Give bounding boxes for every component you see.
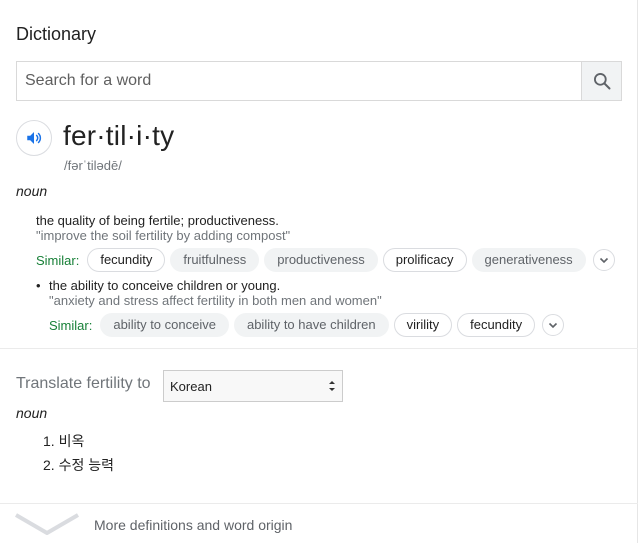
translate-label: Translate fertility to xyxy=(16,375,151,392)
panel-title: Dictionary xyxy=(16,24,97,44)
search-input[interactable] xyxy=(17,62,581,100)
translation-part-of-speech: noun xyxy=(16,405,48,421)
synonym-chip[interactable]: generativeness xyxy=(471,248,586,272)
search-icon xyxy=(593,73,610,90)
select-arrows-icon xyxy=(329,381,335,391)
example-2: "anxiety and stress affect fertility in … xyxy=(49,293,382,308)
headword: fer·til·i·ty xyxy=(63,120,175,151)
search-button[interactable] xyxy=(581,62,621,100)
expand-synonyms-button[interactable] xyxy=(592,249,615,271)
dictionary-card: Dictionary fer·til·i·ty /fərˈtilədē/ nou… xyxy=(0,0,638,543)
bullet-marker: • xyxy=(36,278,41,293)
synonym-chip[interactable]: ability to conceive xyxy=(100,313,229,337)
expand-synonyms-button[interactable] xyxy=(542,314,565,336)
similar-label: Similar: xyxy=(49,317,93,333)
translation-item: 1. 비옥 xyxy=(43,433,85,449)
speaker-icon xyxy=(27,132,42,144)
chevron-down-icon xyxy=(14,513,80,535)
language-select[interactable]: Korean xyxy=(163,370,343,402)
more-definitions-button[interactable]: More definitions and word origin xyxy=(0,503,638,543)
synonym-chip[interactable]: fecundity xyxy=(87,248,166,272)
language-select-value: Korean xyxy=(170,378,212,394)
part-of-speech: noun xyxy=(16,183,48,199)
more-definitions-label: More definitions and word origin xyxy=(94,517,293,533)
synonym-chip[interactable]: virility xyxy=(393,313,453,337)
similar-row-2: Similar: ability to conceive ability to … xyxy=(49,313,565,337)
chevron-down-icon xyxy=(599,257,608,264)
synonym-chip[interactable]: prolificacy xyxy=(382,248,467,272)
section-divider xyxy=(0,348,638,349)
phonetic-spelling: /fərˈtilədē/ xyxy=(64,158,122,173)
example-1: "improve the soil fertility by adding co… xyxy=(36,228,291,243)
synonym-chip[interactable]: productiveness xyxy=(264,248,378,272)
synonym-chip[interactable]: fecundity xyxy=(457,313,536,337)
synonym-chip[interactable]: fruitfulness xyxy=(170,248,260,272)
synonym-chip[interactable]: ability to have children xyxy=(233,313,389,337)
similar-label: Similar: xyxy=(36,252,80,268)
similar-row-1: Similar: fecundity fruitfulness producti… xyxy=(36,248,615,272)
pronunciation-button[interactable] xyxy=(16,120,52,156)
search-bar xyxy=(16,61,622,101)
definition-2: the ability to conceive children or youn… xyxy=(49,278,281,293)
chevron-down-icon xyxy=(549,322,558,329)
translation-item: 2. 수정 능력 xyxy=(43,457,114,473)
definition-1: the quality of being fertile; productive… xyxy=(36,213,279,228)
